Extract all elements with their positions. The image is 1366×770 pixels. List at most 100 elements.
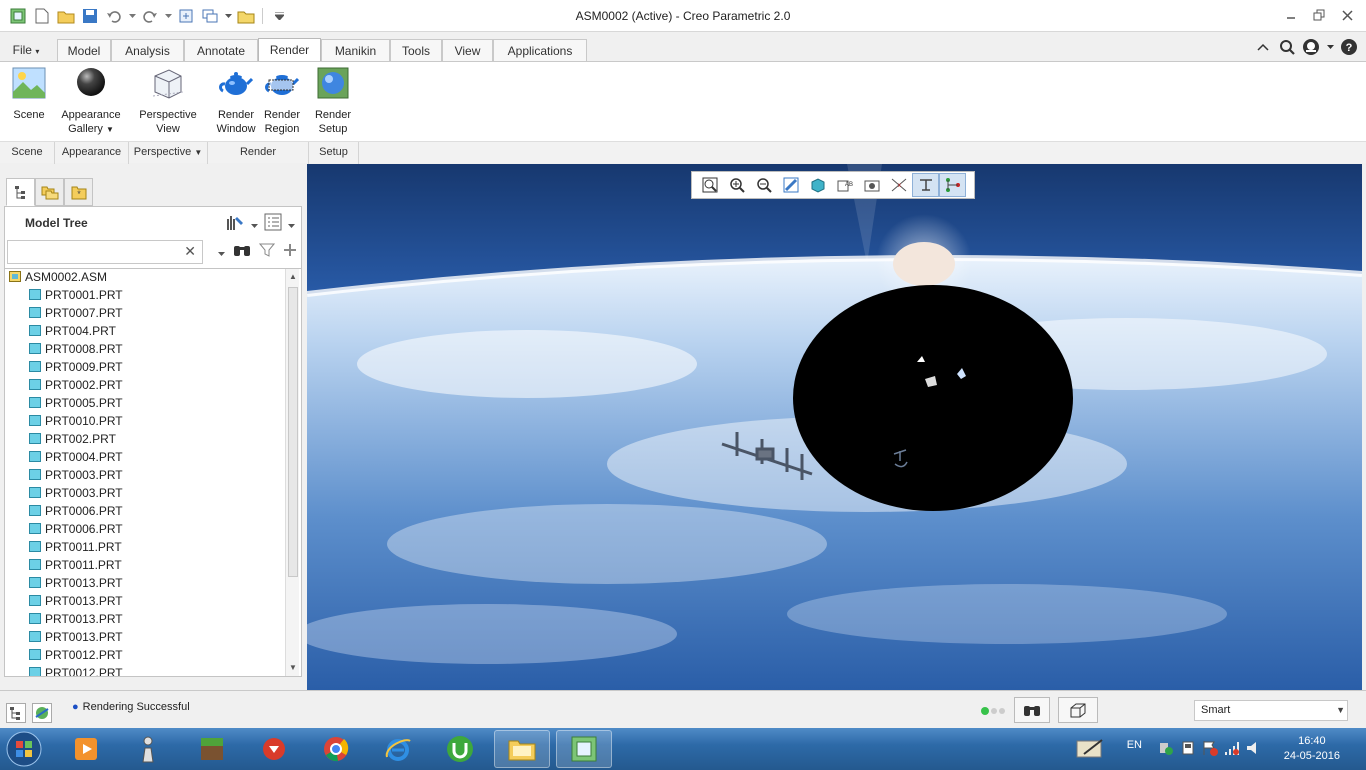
add-column-icon[interactable] xyxy=(283,243,297,260)
view-manager-icon[interactable] xyxy=(858,173,885,197)
model-tree-search-input[interactable]: ✕ xyxy=(7,240,203,264)
repaint-icon[interactable] xyxy=(777,173,804,197)
creo-taskbar-icon[interactable] xyxy=(556,730,612,768)
tree-part-item[interactable]: PRT0012.PRT xyxy=(29,646,123,664)
tree-part-item[interactable]: PRT0009.PRT xyxy=(29,358,123,376)
display-style-icon[interactable] xyxy=(804,173,831,197)
close-icon[interactable] xyxy=(1336,4,1358,26)
tree-part-item[interactable]: PRT0013.PRT xyxy=(29,592,123,610)
appearance-gallery-button[interactable]: Appearance Gallery ▼ xyxy=(58,66,124,137)
downloader-icon[interactable] xyxy=(246,730,302,768)
toggle-browser-icon[interactable] xyxy=(32,703,54,725)
search-icon[interactable] xyxy=(1278,38,1296,56)
minimize-icon[interactable] xyxy=(1280,4,1302,26)
scroll-down-icon[interactable]: ▼ xyxy=(286,660,300,676)
volume-icon[interactable] xyxy=(1246,740,1262,756)
tab-render[interactable]: Render xyxy=(258,38,321,62)
media-player-icon[interactable] xyxy=(58,730,114,768)
community-icon[interactable] xyxy=(1302,38,1320,56)
language-indicator[interactable]: EN xyxy=(1127,739,1142,751)
settings-tools-icon[interactable] xyxy=(225,213,245,234)
datum-display-icon[interactable]: x xyxy=(885,173,912,197)
community-dropdown-icon[interactable] xyxy=(1326,38,1334,56)
minecraft-icon[interactable] xyxy=(184,730,240,768)
tab-tools[interactable]: Tools xyxy=(390,39,442,62)
tab-manikin[interactable]: Manikin xyxy=(321,39,390,62)
tree-part-item[interactable]: PRT0013.PRT xyxy=(29,610,123,628)
tree-part-item[interactable]: PRT0008.PRT xyxy=(29,340,123,358)
help-icon[interactable]: ? xyxy=(1340,38,1358,56)
spin-center-icon[interactable] xyxy=(912,173,939,197)
tab-file[interactable]: File ▾ xyxy=(4,39,48,62)
tab-model[interactable]: Model xyxy=(57,39,111,62)
tab-applications[interactable]: Applications xyxy=(493,39,587,62)
tree-part-item[interactable]: PRT0006.PRT xyxy=(29,520,123,538)
tree-scrollbar[interactable]: ▲ ▼ xyxy=(285,269,299,676)
select-box-icon[interactable] xyxy=(1058,697,1098,723)
tab-view[interactable]: View xyxy=(442,39,493,62)
find-binoculars-icon[interactable] xyxy=(233,242,251,261)
refit-icon[interactable] xyxy=(696,173,723,197)
restore-icon[interactable] xyxy=(1308,4,1330,26)
perspective-view-button[interactable]: Perspective View xyxy=(136,66,200,136)
clear-search-icon[interactable]: ✕ xyxy=(184,243,196,260)
system-clock[interactable]: 16:40 24-05-2016 xyxy=(1284,734,1340,764)
tree-part-item[interactable]: PRT004.PRT xyxy=(29,322,116,340)
scroll-up-icon[interactable]: ▲ xyxy=(286,269,300,285)
filter-icon[interactable] xyxy=(258,242,276,261)
group-perspective[interactable]: Perspective ▼ xyxy=(129,142,208,164)
network-shield-icon[interactable] xyxy=(1158,740,1174,756)
favorites-tab[interactable]: * xyxy=(64,178,93,206)
chrome-icon[interactable] xyxy=(308,730,364,768)
tab-analysis[interactable]: Analysis xyxy=(111,39,184,62)
show-list-icon[interactable] xyxy=(264,213,282,234)
annotation-display-icon[interactable] xyxy=(939,173,966,197)
tree-part-item[interactable]: PRT0013.PRT xyxy=(29,574,123,592)
chess-icon[interactable] xyxy=(120,730,176,768)
folder-browser-tab[interactable] xyxy=(35,178,64,206)
render-region-button[interactable]: Render Region xyxy=(258,66,306,136)
file-explorer-icon[interactable] xyxy=(494,730,550,768)
scroll-thumb[interactable] xyxy=(288,287,298,577)
appearance-label: Appearance xyxy=(61,109,121,121)
tree-part-item[interactable]: PRT0011.PRT xyxy=(29,538,122,556)
tree-root-item[interactable]: ASM0002.ASM xyxy=(9,269,107,286)
tree-part-item[interactable]: PRT0002.PRT xyxy=(29,376,123,394)
saved-orientations-icon[interactable]: AB xyxy=(831,173,858,197)
scene-button[interactable]: Scene xyxy=(8,66,50,122)
tree-part-item[interactable]: PRT0007.PRT xyxy=(29,304,123,322)
tree-part-item[interactable]: PRT0006.PRT xyxy=(29,502,123,520)
tree-part-item[interactable]: PRT0012.PRT xyxy=(29,664,123,676)
signal-icon[interactable] xyxy=(1224,740,1240,756)
pen-input-icon[interactable] xyxy=(1076,738,1106,760)
render-window-button[interactable]: Render Window xyxy=(212,66,260,136)
render-setup-button[interactable]: Render Setup xyxy=(310,66,356,136)
find-icon[interactable] xyxy=(1014,697,1050,723)
tree-part-item[interactable]: PRT0010.PRT xyxy=(29,412,123,430)
toggle-navigator-icon[interactable] xyxy=(6,703,28,725)
tree-part-item[interactable]: PRT0004.PRT xyxy=(29,448,123,466)
search-dropdown-icon[interactable] xyxy=(218,245,225,259)
zoom-out-icon[interactable] xyxy=(750,173,777,197)
zoom-in-icon[interactable] xyxy=(723,173,750,197)
device-icon[interactable] xyxy=(1180,740,1196,756)
tree-part-item[interactable]: PRT0011.PRT xyxy=(29,556,122,574)
action-center-icon[interactable] xyxy=(1202,740,1218,756)
collapse-ribbon-icon[interactable] xyxy=(1254,38,1272,56)
graphics-viewport[interactable] xyxy=(307,164,1362,690)
tab-annotate[interactable]: Annotate xyxy=(184,39,258,62)
tree-part-item[interactable]: PRT0003.PRT xyxy=(29,466,123,484)
tree-part-item[interactable]: PRT0013.PRT xyxy=(29,628,123,646)
model-tree-tab[interactable] xyxy=(6,178,35,206)
show-dropdown-icon[interactable] xyxy=(288,217,295,231)
selection-filter-select[interactable]: Smart ▼ xyxy=(1194,700,1348,721)
utorrent-icon[interactable] xyxy=(432,730,488,768)
part-icon xyxy=(29,343,41,354)
tree-part-item[interactable]: PRT002.PRT xyxy=(29,430,116,448)
tree-part-item[interactable]: PRT0003.PRT xyxy=(29,484,123,502)
tree-part-item[interactable]: PRT0005.PRT xyxy=(29,394,123,412)
internet-explorer-icon[interactable] xyxy=(370,730,426,768)
tree-part-item[interactable]: PRT0001.PRT xyxy=(29,286,123,304)
start-button-icon[interactable] xyxy=(4,729,44,769)
settings-dropdown-icon[interactable] xyxy=(251,217,258,231)
